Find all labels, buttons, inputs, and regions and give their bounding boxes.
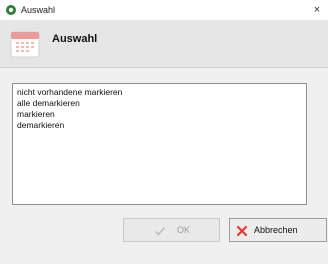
list-item-mark-missing[interactable]: nicht vorhandene markieren [17, 87, 302, 98]
ok-button[interactable]: OK [123, 218, 220, 242]
red-x-icon [236, 225, 248, 237]
title-bar: Auswahl × [0, 0, 328, 20]
cancel-button-label: Abbrechen [254, 225, 298, 235]
options-list[interactable]: nicht vorhandene markieren alle demarkie… [12, 83, 307, 205]
header-title: Auswahl [52, 33, 98, 45]
ok-button-label: OK [177, 225, 191, 235]
cancel-button[interactable]: Abbrechen [229, 218, 327, 242]
dialog-header: Auswahl [0, 20, 328, 68]
list-item-mark[interactable]: markieren [17, 109, 302, 120]
list-item-unmark[interactable]: demarkieren [17, 120, 302, 131]
calendar-icon [10, 31, 40, 58]
window-title: Auswahl [21, 5, 56, 15]
checkmark-icon [155, 227, 166, 236]
app-logo-icon [6, 5, 16, 15]
close-button[interactable]: × [306, 0, 328, 20]
list-item-unmark-all[interactable]: alle demarkieren [17, 98, 302, 109]
